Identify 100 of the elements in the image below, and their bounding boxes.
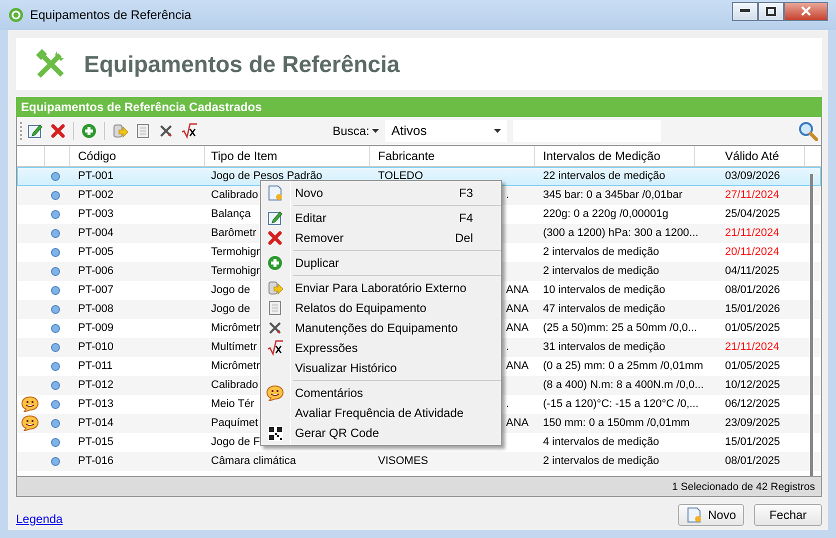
table-cell: Jogo de xyxy=(211,303,250,316)
table-cell: Paquímet xyxy=(211,417,258,430)
menu-item[interactable]: Remover Del xyxy=(261,228,501,248)
delete-icon xyxy=(267,230,283,246)
column-header[interactable]: Código xyxy=(70,146,205,166)
table-cell: 47 intervalos de medição xyxy=(543,303,666,316)
table-cell: ANA xyxy=(506,322,529,334)
table-cell: 150 mm: 0 a 150mm /0,01mm xyxy=(543,417,690,430)
status-dot-icon xyxy=(51,248,60,257)
window-title: Equipamentos de Referência xyxy=(30,6,192,24)
minimize-button[interactable] xyxy=(732,2,758,20)
table-cell: 31 intervalos de medição xyxy=(543,341,666,354)
menu-item[interactable]: Relatos do Equipamento xyxy=(261,298,501,318)
close-button[interactable] xyxy=(784,2,828,20)
menu-item[interactable]: Novo F3 xyxy=(261,183,501,203)
status-dot-icon xyxy=(51,210,60,219)
table-cell: 220g: 0 a 220g /0,00001g xyxy=(543,208,668,220)
table-cell: 21/11/2024 xyxy=(725,227,780,240)
caret-icon xyxy=(372,129,380,133)
table-cell: 23/09/2025 xyxy=(725,417,780,430)
table-cell: Calibrado xyxy=(211,379,258,392)
status-dot-icon xyxy=(51,266,60,276)
menu-item[interactable]: Manutenções do Equipamento xyxy=(261,318,501,338)
status-dot-icon xyxy=(51,324,60,333)
menu-item[interactable]: Editar F4 xyxy=(261,208,501,228)
table-cell: 25/04/2025 xyxy=(725,208,780,220)
jar-arrow-icon xyxy=(267,280,283,296)
legend-link[interactable]: Legenda xyxy=(16,510,63,528)
table-cell: PT-016 xyxy=(78,455,114,468)
qr-code-icon xyxy=(268,426,282,440)
table-cell: 10/12/2025 xyxy=(725,379,780,392)
status-dot-icon xyxy=(51,400,60,409)
table-cell: ANA xyxy=(506,417,529,430)
table-cell: Multímetr xyxy=(211,341,257,354)
table-cell: 01/05/2025 xyxy=(725,360,780,372)
table-cell: ANA xyxy=(506,284,529,296)
table-cell: PT-013 xyxy=(78,398,114,410)
selected-row[interactable]: PT-001 Jogo de Pesos Padrão TOLEDO 22 intervalos de medição 03/09/2026 xyxy=(17,167,821,186)
table-cell: Micrômetr xyxy=(211,360,260,372)
document-icon xyxy=(267,300,283,316)
status-dot-icon xyxy=(51,172,60,181)
menu-item[interactable]: Visualizar Histórico xyxy=(261,358,501,378)
table-cell: . xyxy=(506,341,510,354)
table-cell: (8 a 400) N.m: 8 a 400N.m /0,0... xyxy=(543,379,704,392)
table-cell: Calibrado xyxy=(211,189,258,202)
table-cell: 06/12/2025 xyxy=(725,398,780,410)
table-cell: 15/01/2026 xyxy=(725,303,780,316)
tools-icon xyxy=(267,320,283,336)
menu-item[interactable]: Comentários xyxy=(261,383,501,403)
table-cell: PT-007 xyxy=(78,284,114,296)
table-cell: 2 intervalos de medição xyxy=(543,265,660,278)
table-cell: 22 intervalos de medição xyxy=(543,170,666,182)
table-cell: PT-009 xyxy=(78,322,114,334)
search-mode-dropdown[interactable]: Busca: xyxy=(332,122,380,140)
status-dot-icon xyxy=(51,362,60,371)
table-cell: VISOMES xyxy=(378,455,428,468)
table-cell: PT-006 xyxy=(78,265,114,278)
delete-button[interactable] xyxy=(48,121,68,141)
column-header[interactable]: Tipo de Item xyxy=(205,146,370,166)
column-header[interactable]: Intervalos de Medição xyxy=(535,146,695,166)
add-icon xyxy=(267,255,283,271)
table-cell: 21/11/2024 xyxy=(725,341,780,354)
table-cell: 345 bar: 0 a 345bar /0,01bar xyxy=(543,189,682,202)
menu-item[interactable]: Enviar Para Laboratório Externo xyxy=(261,278,501,298)
scrollbar-thumb[interactable] xyxy=(810,174,813,476)
column-header[interactable]: Fabricante xyxy=(370,146,535,166)
status-dot-icon xyxy=(51,342,60,352)
table-cell: Balança xyxy=(211,208,251,220)
table-cell: PT-001 xyxy=(78,170,114,182)
table-cell: (-15 a 120)°C: -15 a 120°C /0,... xyxy=(543,398,699,410)
table-cell: PT-012 xyxy=(78,379,114,392)
menu-item[interactable]: Avaliar Frequência de Atividade xyxy=(261,403,501,423)
menu-item[interactable]: Expressões xyxy=(261,338,501,358)
table-cell: 10 intervalos de medição xyxy=(543,284,666,296)
table-cell: 27/11/2024 xyxy=(725,189,780,202)
table-cell: (300 a 1200) hPa: 300 a 1200... xyxy=(543,227,698,240)
table-cell: PT-003 xyxy=(78,208,114,220)
table-cell: Termohigr xyxy=(211,246,260,258)
table-cell: Meio Tér xyxy=(211,398,254,410)
table-cell: 01/05/2025 xyxy=(725,322,780,334)
table-cell: 4 intervalos de medição xyxy=(543,436,660,448)
add-button[interactable] xyxy=(79,121,99,141)
maximize-button[interactable] xyxy=(758,2,784,20)
menu-item[interactable]: Duplicar xyxy=(261,253,501,273)
column-header[interactable]: Válido Até xyxy=(695,146,805,166)
menu-item[interactable]: Gerar QR Code xyxy=(261,423,501,443)
table-cell: (0 a 25) mm: 0 a 25mm /0,01mm xyxy=(543,360,704,372)
table-cell: Jogo de xyxy=(211,284,250,296)
table-cell: PT-010 xyxy=(78,341,114,354)
table-cell: ANA xyxy=(506,303,529,316)
close-button[interactable]: Fechar xyxy=(754,504,822,526)
square-root-button[interactable] xyxy=(179,121,199,141)
new-button[interactable]: Novo xyxy=(678,504,744,526)
table-cell: . xyxy=(506,398,510,410)
smiley-comment-icon xyxy=(266,385,284,401)
table-cell: PT-015 xyxy=(78,436,114,448)
status-bar: 1 Selecionado de 42 Registros xyxy=(16,477,822,497)
status-dot-icon xyxy=(51,380,60,390)
table-cell: Termohigr xyxy=(211,265,260,278)
filter-dropdown[interactable]: Ativos xyxy=(385,120,508,142)
